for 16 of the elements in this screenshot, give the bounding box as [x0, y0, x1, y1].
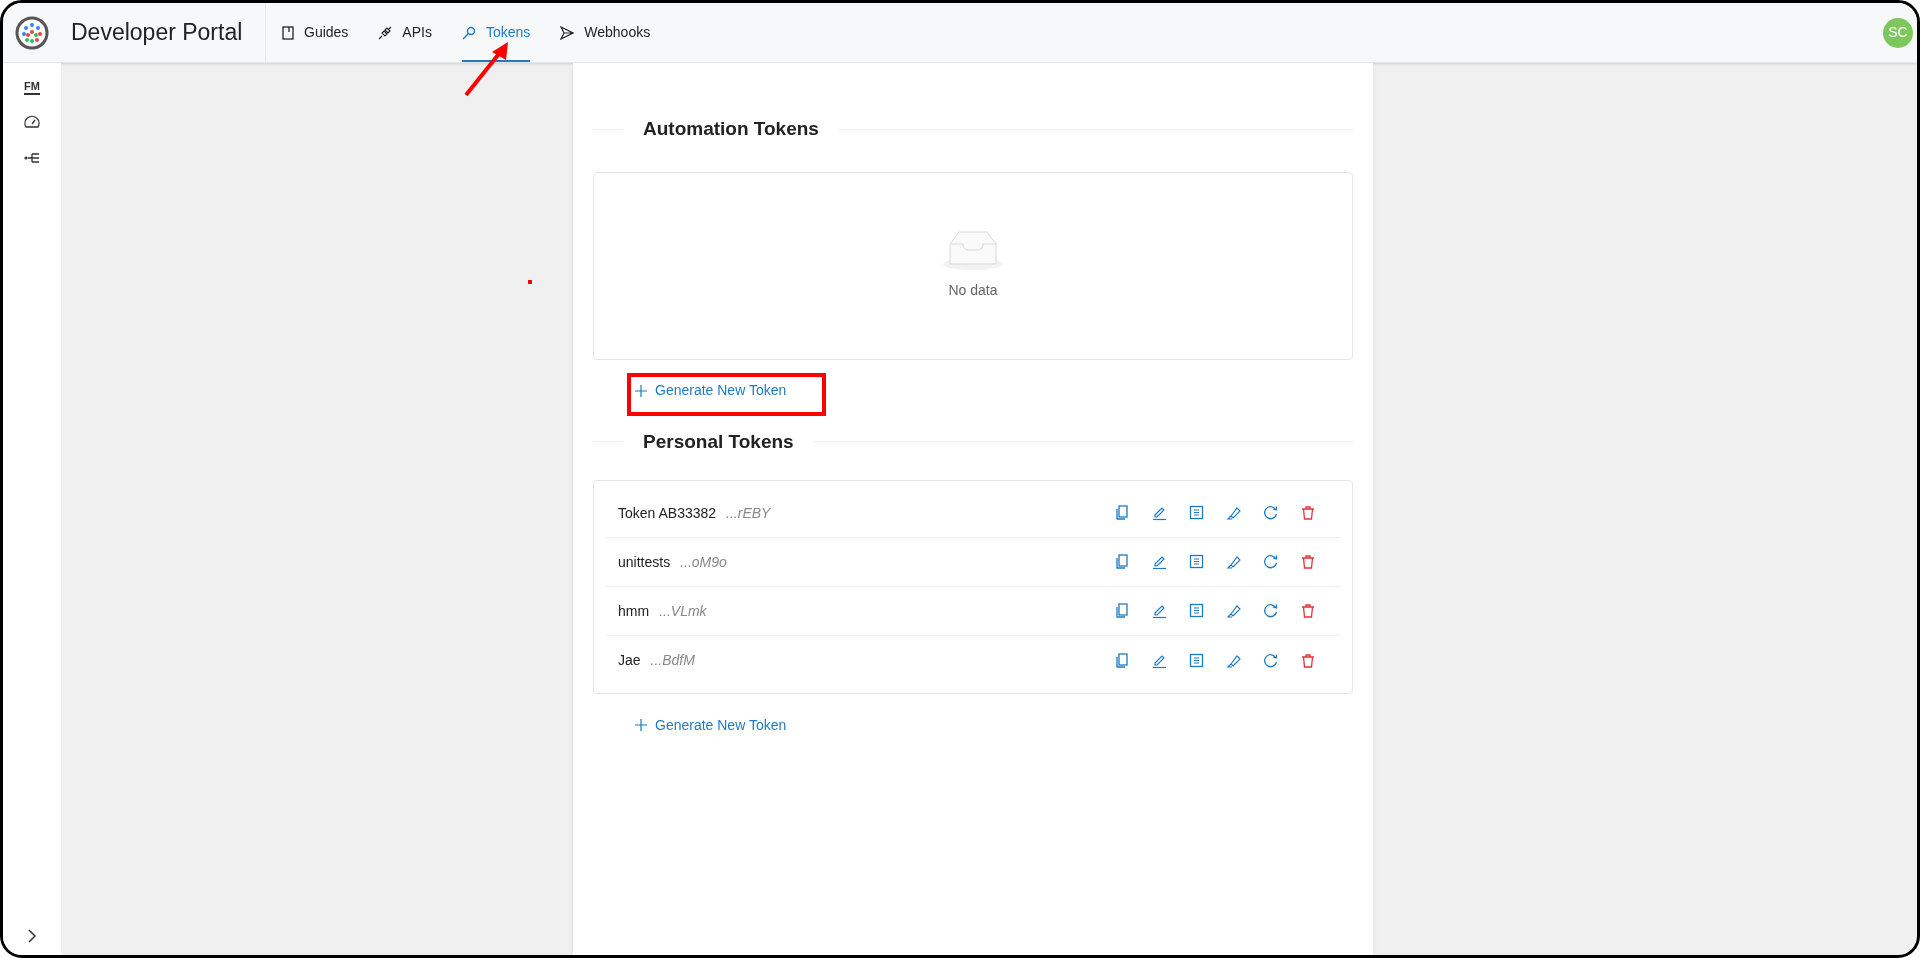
token-suffix: ...rEBY [726, 503, 771, 523]
token-name: Token AB33382 [618, 503, 717, 523]
token-name: unittests [618, 552, 671, 572]
app-badge[interactable]: FM [24, 79, 40, 95]
empty-message: No data [948, 281, 998, 300]
token-suffix: ...BdfM [650, 651, 695, 670]
token-name: hmm [618, 601, 650, 621]
app-title: Developer Portal [71, 18, 243, 48]
nav-tab[interactable]: Guides [282, 3, 349, 62]
token-suffix: ...VLmk [659, 601, 707, 621]
section-title: Personal Tokens [642, 429, 795, 454]
token-suffix: ...oM9o [680, 552, 727, 572]
token-name: Jae [618, 651, 641, 670]
section-title: Automation Tokens [642, 117, 820, 141]
nav-tab[interactable]: Webhooks [560, 3, 651, 62]
nav-tab[interactable]: APIs [378, 3, 432, 62]
